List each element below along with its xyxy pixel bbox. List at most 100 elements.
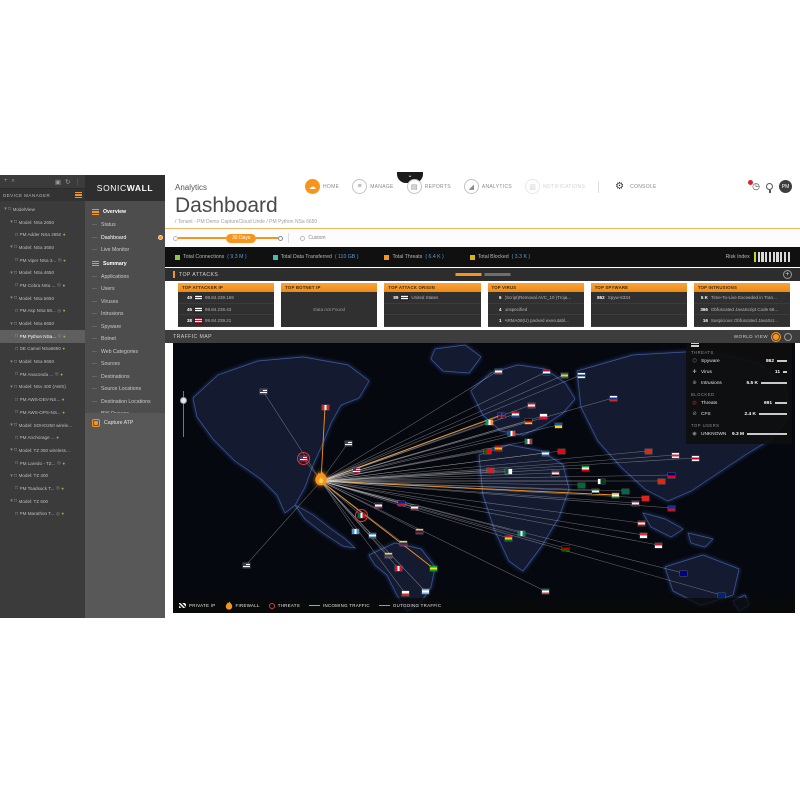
flag-marker-hk[interactable] (658, 479, 665, 484)
tree-item[interactable]: □PM AWS-OPS-NS...● (0, 406, 85, 419)
flag-marker-ar[interactable] (422, 589, 429, 594)
alarm-icon[interactable]: ◷ (752, 181, 760, 192)
tree-item[interactable]: ▾□Model: NSa 4650 (0, 266, 85, 279)
overlay-row-threats[interactable]: ◎Threats691 (691, 398, 787, 409)
checkbox-icon[interactable]: □ (15, 397, 18, 403)
overlay-menu-icon[interactable] (691, 343, 699, 347)
magnifier-icon[interactable]: ◎ (55, 371, 59, 377)
flag-marker-do[interactable] (411, 505, 418, 510)
flag-marker-us[interactable] (345, 441, 352, 446)
flag-marker-us[interactable] (243, 563, 250, 568)
magnifier-icon[interactable]: ◎ (56, 511, 60, 517)
carousel-pager[interactable] (455, 273, 510, 276)
flag-marker-ec[interactable] (385, 553, 392, 558)
menu-item-web-categories[interactable]: —Web Categories (85, 346, 165, 359)
panel-row[interactable]: 3899.84.239.21 (178, 315, 274, 327)
nav-item-analytics[interactable]: ◢ANALYTICS (464, 179, 512, 194)
tree-item[interactable]: □PM Python NSa...◎● (0, 330, 85, 343)
flag-marker-ma[interactable] (487, 468, 494, 473)
flag-marker-es[interactable] (495, 446, 502, 451)
panel-row[interactable]: 16Suspicious Obfuscated JavaScr... (694, 315, 790, 327)
menu-item-sources[interactable]: —Sources (85, 358, 165, 371)
tree-item[interactable]: ▾□Model: NSa 5650 (0, 292, 85, 305)
flag-marker-gh[interactable] (505, 536, 512, 541)
flag-marker-vn[interactable] (642, 496, 649, 501)
menu-item-summary[interactable]: Summary (85, 257, 165, 271)
tree-item[interactable]: □PM Viper NSa 3...◎● (0, 254, 85, 267)
avatar[interactable]: PM (779, 180, 792, 193)
tree-item[interactable]: ▾□Model: SOHO250 wirele... (0, 419, 85, 432)
flag-marker-cn[interactable] (645, 449, 652, 454)
magnifier-icon[interactable]: ◎ (57, 308, 61, 314)
flag-marker-eg[interactable] (552, 471, 559, 476)
menu-item-users[interactable]: —Users (85, 283, 165, 296)
panel-row[interactable]: 4599.84.239.43 (178, 304, 274, 316)
menu-item-overview[interactable]: Overview (85, 205, 165, 219)
flag-marker-ae[interactable] (592, 489, 599, 494)
overlay-row-intrusions[interactable]: ⊕Intrusions5.5 K (691, 378, 787, 389)
time-range-pill[interactable]: 30 Days (226, 234, 256, 243)
overlay-row-cfs[interactable]: ⊘CFS2.4 K (691, 409, 787, 420)
flag-marker-in[interactable] (612, 493, 619, 498)
panel-row[interactable]: 366Obfuscated JavaScript Code 68... (694, 304, 790, 316)
slider-end-handle[interactable] (278, 236, 283, 241)
tree-item[interactable]: □PM Toadsuck T...◎● (0, 482, 85, 495)
flag-marker-sa[interactable] (578, 483, 585, 488)
tree-toolbar-icon[interactable]: ⌕ (12, 178, 15, 185)
collapse-panel-icon[interactable] (75, 191, 82, 199)
menu-item-applications[interactable]: —Applications (85, 271, 165, 284)
checkbox-icon[interactable]: □ (15, 346, 18, 352)
flag-marker-tw[interactable] (668, 473, 675, 478)
tree-item[interactable]: □PM Anaconda ...◎● (0, 368, 85, 381)
checkbox-icon[interactable]: □ (15, 257, 18, 263)
flag-marker-us[interactable] (353, 468, 360, 473)
menu-item-intrusions[interactable]: —Intrusions (85, 308, 165, 321)
checkbox-icon[interactable]: □ (15, 435, 18, 441)
flag-marker-de[interactable] (525, 419, 532, 424)
flag-marker-fi[interactable] (578, 373, 585, 378)
toolbar-icon[interactable]: ↻ (65, 178, 70, 186)
flag-marker-hn[interactable] (369, 533, 376, 538)
world-view-toggle-off[interactable] (784, 333, 792, 341)
flag-marker-tr[interactable] (558, 449, 565, 454)
flag-marker-ke[interactable] (562, 546, 569, 551)
panel-row[interactable]: 6(Script)Removal.AVC_10 (Troja... (488, 292, 584, 304)
add-widget-icon[interactable]: + (783, 270, 792, 279)
toolbar-icon[interactable]: ▣ (55, 178, 61, 186)
custom-radio[interactable] (300, 236, 305, 241)
panel-row[interactable]: 4999.84.239.169 (178, 292, 274, 304)
flag-marker-ca[interactable] (322, 405, 329, 410)
flag-marker-br[interactable] (430, 566, 437, 571)
flag-marker-ua[interactable] (555, 423, 562, 428)
tree-item[interactable]: ▾□Model: NSa 6650 (0, 317, 85, 330)
tree-item[interactable]: ▾□Model: TZ 350 wireless... (0, 444, 85, 457)
panel-row[interactable]: 862Spyw-6334 (591, 292, 687, 304)
tree-item[interactable]: □PM Marathon T...◎● (0, 508, 85, 521)
flag-marker-nl[interactable] (512, 412, 519, 417)
world-view-toggle-on[interactable] (772, 333, 780, 341)
flag-marker-bd[interactable] (622, 489, 629, 494)
tree-item[interactable]: □PM AWS-DEV-NS...● (0, 393, 85, 406)
checkbox-icon[interactable]: □ (15, 371, 18, 377)
tree-item[interactable]: ▾□Model: NSv 400 (AWS) (0, 381, 85, 394)
flag-marker-mx[interactable] (358, 513, 365, 518)
flag-marker-us[interactable] (260, 389, 267, 394)
flag-marker-kr[interactable] (672, 453, 679, 458)
tree-item[interactable]: ▾□Model: NSa 2650 (0, 216, 85, 229)
menu-item-source-locations[interactable]: —Source Locations (85, 383, 165, 396)
menu-item-destination-locations[interactable]: —Destination Locations (85, 396, 165, 409)
flag-marker-gr[interactable] (542, 451, 549, 456)
tree-item[interactable]: □PM Laredo - TZ...◎● (0, 457, 85, 470)
flag-marker-fr[interactable] (508, 431, 515, 436)
magnifier-icon[interactable]: ◎ (56, 485, 60, 491)
tree-item[interactable]: ▾□Model: NSa 3650 (0, 241, 85, 254)
flag-marker-it[interactable] (525, 439, 532, 444)
tree-toolbar-icon[interactable]: + (4, 178, 8, 185)
flag-marker-co[interactable] (400, 541, 407, 546)
menu-item-live-monitor[interactable]: —Live Monitor (85, 244, 165, 257)
flag-marker-cl[interactable] (402, 591, 409, 596)
checkbox-icon[interactable]: □ (15, 333, 18, 339)
flag-marker-pk[interactable] (598, 479, 605, 484)
checkbox-icon[interactable]: □ (15, 232, 18, 238)
panel-row[interactable]: 4unspecified (488, 304, 584, 316)
